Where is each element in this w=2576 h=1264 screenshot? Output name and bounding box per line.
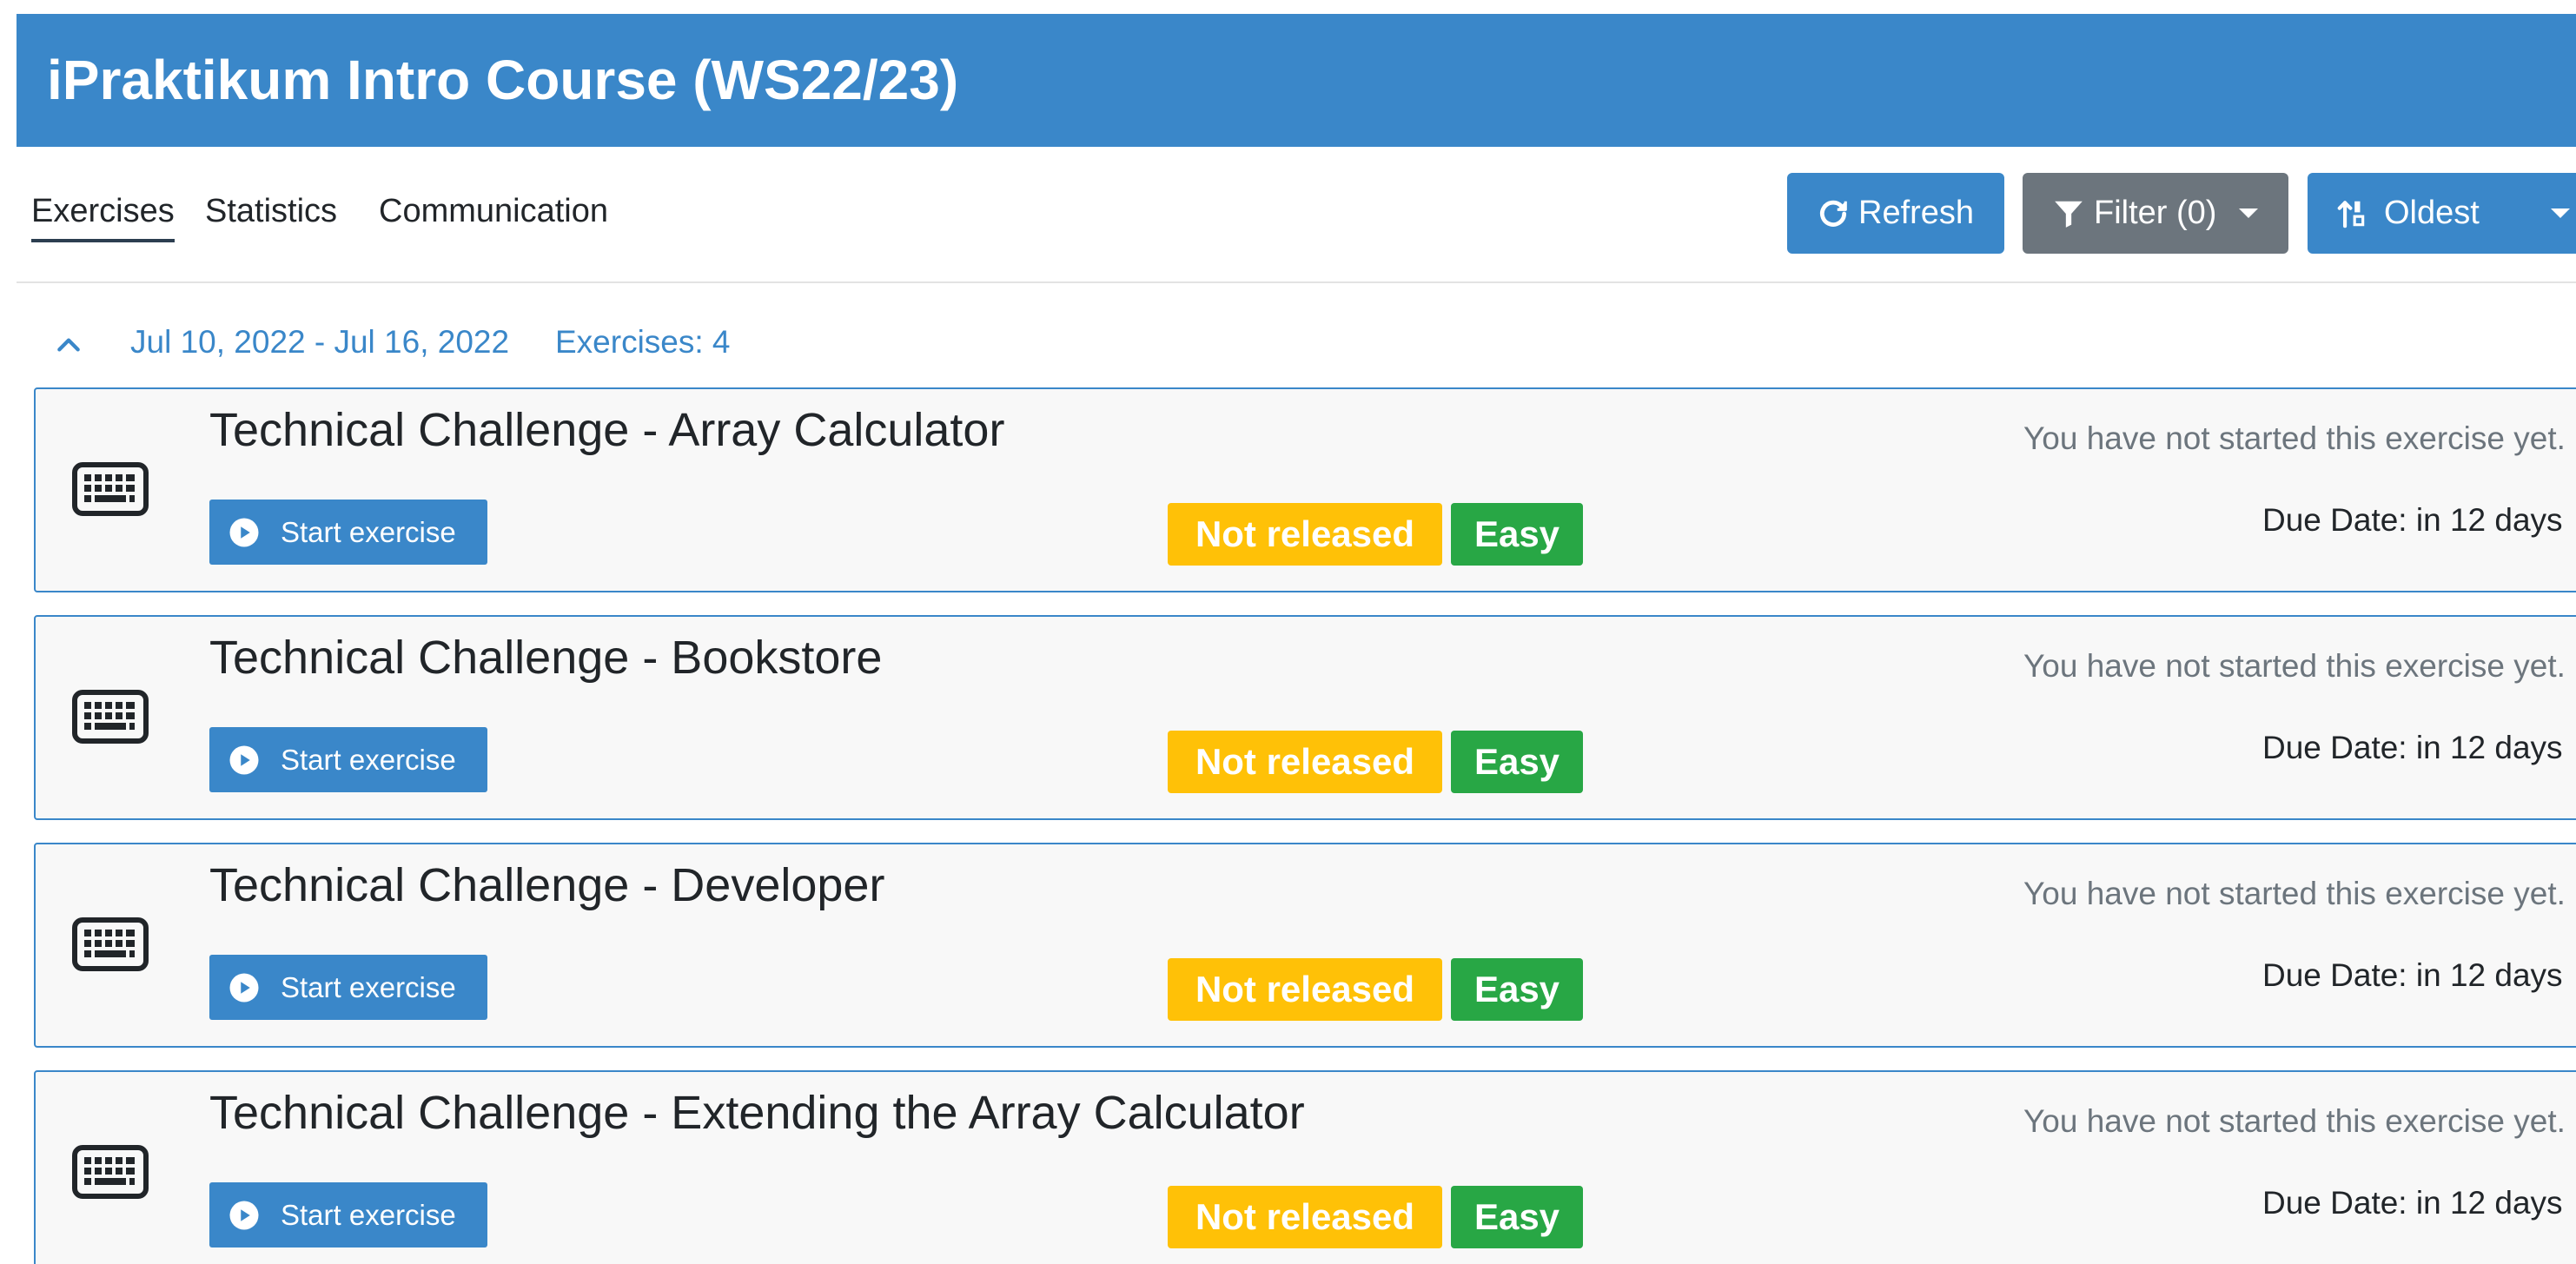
refresh-icon: [1819, 200, 1847, 227]
start-exercise-label: Start exercise: [281, 515, 456, 548]
keyboard-icon: [72, 462, 149, 516]
header-divider: [17, 281, 2576, 283]
play-circle-icon: [229, 1201, 259, 1229]
course-header: iPraktikum Intro Course (WS22/23): [17, 14, 2576, 147]
exercise-title[interactable]: Technical Challenge - Array Calculator: [209, 403, 1004, 457]
sort-icon: [2337, 200, 2365, 228]
exercise-title[interactable]: Technical Challenge - Extending the Arra…: [209, 1086, 1305, 1140]
start-exercise-label: Start exercise: [281, 1198, 456, 1231]
difficulty-badge: Easy: [1451, 503, 1583, 566]
exercise-card[interactable]: Technical Challenge - Developer Start ex…: [34, 843, 2576, 1048]
tab-statistics[interactable]: Statistics: [205, 193, 337, 230]
group-date-range: Jul 10, 2022 - Jul 16, 2022: [130, 324, 510, 360]
exercise-progress-text: You have not started this exercise yet.: [2023, 420, 2566, 456]
start-exercise-label: Start exercise: [281, 970, 456, 1003]
group-exercise-count: Exercises: 4: [555, 324, 731, 360]
play-circle-icon: [229, 745, 259, 774]
sort-button-label: Oldest: [2384, 195, 2480, 231]
sort-dropdown-button[interactable]: Oldest: [2308, 173, 2576, 254]
exercise-title[interactable]: Technical Challenge - Bookstore: [209, 631, 882, 685]
exercise-due-date: Due Date: in 12 days: [2262, 957, 2563, 993]
start-exercise-button[interactable]: Start exercise: [209, 500, 487, 565]
keyboard-icon: [72, 1145, 149, 1199]
start-exercise-button[interactable]: Start exercise: [209, 727, 487, 792]
play-circle-icon: [229, 973, 259, 1002]
exercise-card[interactable]: Technical Challenge - Extending the Arra…: [34, 1070, 2576, 1264]
exercise-progress-text: You have not started this exercise yet.: [2023, 1103, 2566, 1139]
difficulty-badge: Easy: [1451, 731, 1583, 793]
tab-communication[interactable]: Communication: [379, 193, 608, 230]
chevron-down-icon: [2239, 208, 2259, 218]
difficulty-badge: Easy: [1451, 958, 1583, 1021]
release-status-badge: Not released: [1168, 731, 1442, 793]
exercise-due-date: Due Date: in 12 days: [2262, 730, 2563, 765]
keyboard-icon: [72, 690, 149, 744]
exercise-card[interactable]: Technical Challenge - Bookstore Start ex…: [34, 615, 2576, 820]
difficulty-badge: Easy: [1451, 1186, 1583, 1248]
start-exercise-button[interactable]: Start exercise: [209, 1182, 487, 1247]
refresh-button-label: Refresh: [1858, 195, 1975, 231]
filter-icon: [2055, 201, 2083, 228]
tab-exercises[interactable]: Exercises: [31, 193, 175, 242]
keyboard-icon: [72, 917, 149, 971]
filter-button[interactable]: Filter (0): [2023, 173, 2288, 254]
filter-button-label: Filter (0): [2094, 195, 2217, 231]
release-status-badge: Not released: [1168, 1186, 1442, 1248]
exercise-due-date: Due Date: in 12 days: [2262, 502, 2563, 538]
play-circle-icon: [229, 518, 259, 546]
exercise-progress-text: You have not started this exercise yet.: [2023, 876, 2566, 911]
start-exercise-button[interactable]: Start exercise: [209, 955, 487, 1020]
exercise-due-date: Due Date: in 12 days: [2262, 1185, 2563, 1221]
exercise-progress-text: You have not started this exercise yet.: [2023, 648, 2566, 684]
chevron-up-icon[interactable]: [54, 331, 83, 359]
chevron-down-icon: [2550, 208, 2570, 218]
start-exercise-label: Start exercise: [281, 743, 456, 776]
exercise-title[interactable]: Technical Challenge - Developer: [209, 858, 884, 912]
release-status-badge: Not released: [1168, 503, 1442, 566]
exercise-card[interactable]: Technical Challenge - Array Calculator S…: [34, 387, 2576, 592]
course-exercises-page: iPraktikum Intro Course (WS22/23) Exerci…: [0, 0, 2576, 1264]
course-title: iPraktikum Intro Course (WS22/23): [47, 49, 959, 111]
refresh-button[interactable]: Refresh: [1787, 173, 2004, 254]
release-status-badge: Not released: [1168, 958, 1442, 1021]
